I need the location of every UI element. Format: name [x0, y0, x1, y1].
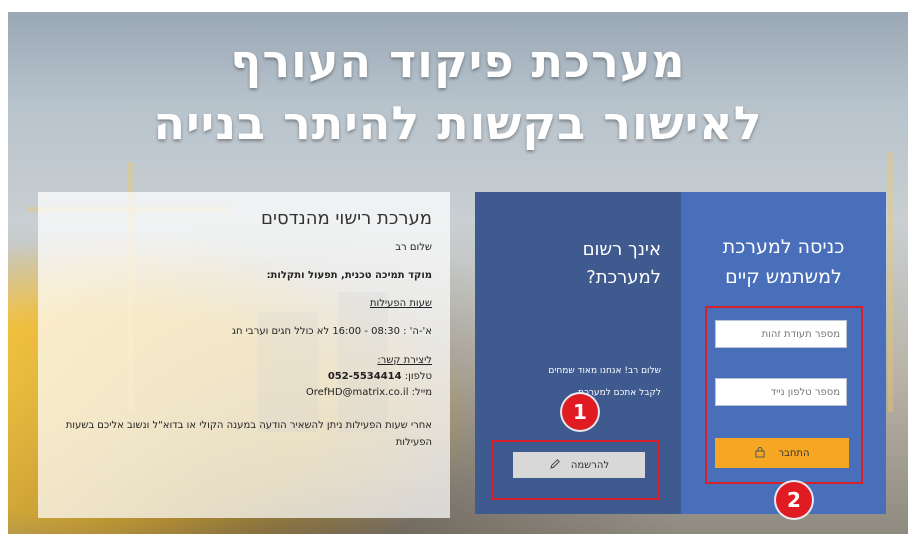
- register-highlight-box: להרשמה: [491, 440, 659, 500]
- info-phone[interactable]: 052-5534414: [328, 371, 402, 382]
- info-email-row: מייל: OrefHD@matrix.co.il: [56, 385, 432, 401]
- info-greeting: שלום רב: [395, 242, 432, 253]
- register-message-1: שלום רב! אנחנו מאוד שמחים: [548, 366, 661, 376]
- register-panel: אינך רשום למערכת? שלום רב! אנחנו מאוד שמ…: [475, 192, 681, 514]
- step-marker-2: 2: [776, 482, 812, 518]
- connect-button[interactable]: התחבר: [715, 438, 849, 468]
- register-heading-1: אינך רשום: [582, 239, 661, 260]
- info-phone-row: טלפון: 052-5534414: [56, 369, 432, 385]
- title-line-1: מערכת פיקוד העורף: [230, 34, 686, 88]
- info-hours-title: שעות הפעילות: [369, 298, 432, 309]
- title-line-2: לאישור בקשות להיתר בנייה: [153, 96, 763, 150]
- login-highlight-box: התחבר: [705, 306, 863, 484]
- info-support: מוקד תמיכה טכנית, תפעול ותקלות:: [266, 270, 432, 281]
- info-email-label: מייל:: [411, 387, 432, 398]
- info-phone-label: טלפון:: [404, 371, 432, 382]
- connect-button-label: התחבר: [778, 447, 810, 459]
- info-heading: מערכת רישוי מהנדסים: [261, 208, 432, 229]
- id-number-input[interactable]: [715, 320, 847, 348]
- phone-number-input[interactable]: [715, 378, 847, 406]
- pencil-icon: [549, 458, 561, 473]
- lock-icon: [754, 446, 766, 461]
- info-panel: מערכת רישוי מהנדסים שלום רב מוקד תמיכה ט…: [38, 192, 450, 518]
- info-after-hours: אחרי שעות הפעילות ניתן להשאיר הודעה במענ…: [65, 420, 432, 448]
- register-button[interactable]: להרשמה: [513, 452, 645, 478]
- info-contact-title: ליצירת קשר:: [377, 355, 432, 366]
- page-title: מערכת פיקוד העורף לאישור בקשות להיתר בני…: [8, 30, 908, 154]
- register-heading-2: למערכת?: [586, 267, 661, 288]
- login-heading-1: כניסה למערכת: [722, 236, 845, 258]
- info-hours: א'-ה' : 08:30 - 16:00 לא כולל חגים וערבי…: [231, 326, 432, 337]
- crane-silhouette: [888, 152, 893, 412]
- step-marker-1: 1: [562, 394, 598, 430]
- info-email[interactable]: OrefHD@matrix.co.il: [306, 387, 409, 398]
- background-photo: מערכת פיקוד העורף לאישור בקשות להיתר בני…: [8, 12, 908, 534]
- register-button-label: להרשמה: [570, 459, 610, 471]
- login-panel: כניסה למערכת למשתמש קיים התחבר: [681, 192, 886, 514]
- login-heading-2: למשתמש קיים: [725, 266, 842, 288]
